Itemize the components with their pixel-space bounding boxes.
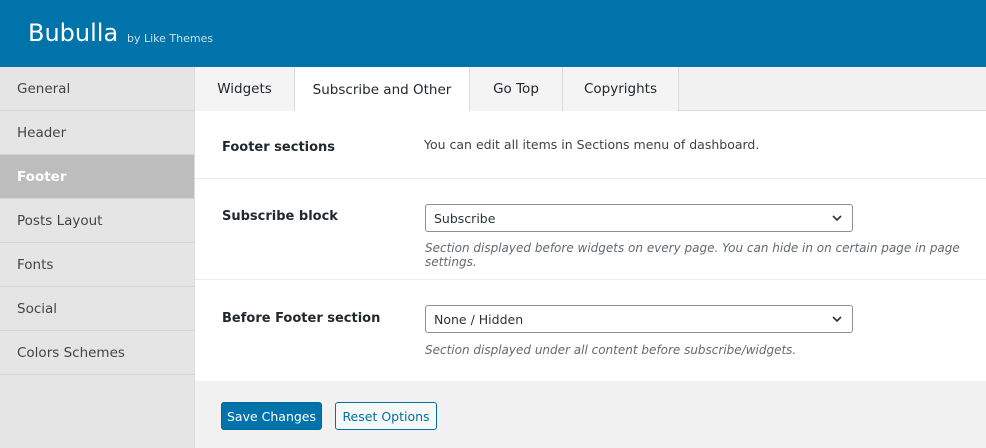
tab-widgets[interactable]: Widgets: [195, 67, 295, 111]
theme-byline: by Like Themes: [127, 32, 214, 45]
chevron-down-icon: [832, 215, 842, 222]
footer-sections-info: You can edit all items in Sections menu …: [424, 137, 760, 152]
save-changes-button[interactable]: Save Changes: [221, 402, 322, 430]
before-footer-select[interactable]: None / Hidden: [425, 305, 853, 333]
before-footer-label: Before Footer section: [222, 311, 381, 326]
actions-bar: Save Changes Reset Options: [195, 381, 986, 448]
subscribe-block-description: Section displayed before widgets on ever…: [425, 241, 960, 269]
theme-title: Bubulla: [28, 19, 119, 47]
subscribe-block-value: Subscribe: [434, 210, 496, 226]
sidebar-item-social[interactable]: Social: [0, 287, 194, 331]
subscribe-block-row: Subscribe block Subscribe Section displa…: [195, 179, 986, 280]
sidebar-item-header[interactable]: Header: [0, 111, 194, 155]
subscribe-block-select[interactable]: Subscribe: [425, 204, 853, 232]
options-sidebar: General Header Footer Posts Layout Fonts…: [0, 67, 195, 448]
sidebar-item-general[interactable]: General: [0, 67, 194, 111]
sidebar-item-footer[interactable]: Footer: [0, 155, 194, 199]
footer-sections-row: Footer sections You can edit all items i…: [195, 111, 986, 179]
tab-go-top[interactable]: Go Top: [470, 67, 563, 111]
tab-subscribe-and-other[interactable]: Subscribe and Other: [295, 67, 470, 112]
before-footer-value: None / Hidden: [434, 311, 524, 327]
tab-copyrights[interactable]: Copyrights: [563, 67, 679, 111]
before-footer-row: Before Footer section None / Hidden Sect…: [195, 280, 986, 381]
sidebar-item-colors-schemes[interactable]: Colors Schemes: [0, 331, 194, 375]
sidebar-item-posts-layout[interactable]: Posts Layout: [0, 199, 194, 243]
chevron-down-icon: [832, 316, 842, 323]
subscribe-block-label: Subscribe block: [222, 209, 338, 224]
footer-tabs: Widgets Subscribe and Other Go Top Copyr…: [195, 67, 986, 112]
settings-panel: Footer sections You can edit all items i…: [195, 111, 986, 381]
sidebar-item-fonts[interactable]: Fonts: [0, 243, 194, 287]
top-header: Bubulla by Like Themes: [0, 0, 986, 67]
reset-options-button[interactable]: Reset Options: [335, 402, 437, 430]
footer-sections-label: Footer sections: [222, 140, 336, 155]
before-footer-description: Section displayed under all content befo…: [425, 343, 797, 357]
